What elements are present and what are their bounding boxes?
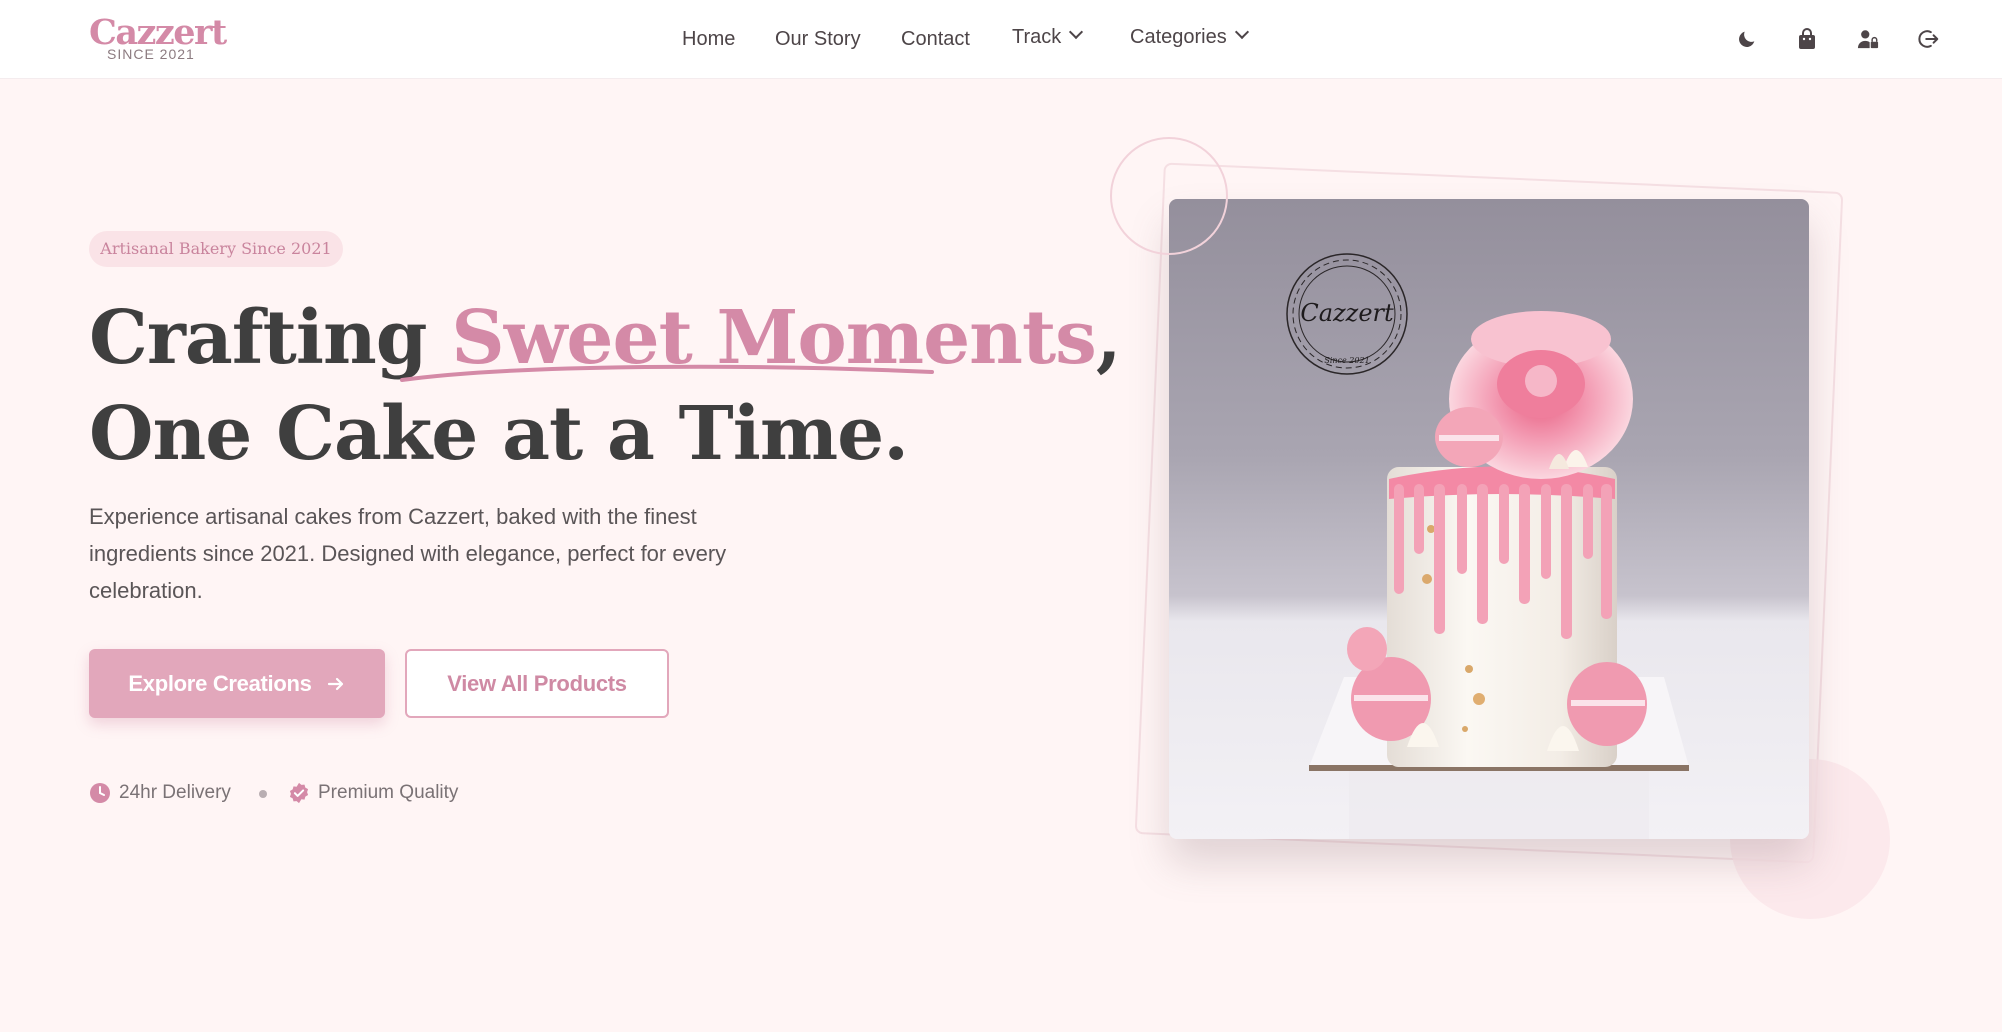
nav-our-story-label: Our Story — [775, 28, 861, 50]
headline-part1: Crafting — [89, 295, 452, 381]
explore-creations-label: Explore Creations — [128, 670, 312, 696]
site-header: Cazzert SINCE 2021 Home Our Story Contac… — [0, 0, 2002, 79]
feature-separator — [259, 790, 267, 798]
cake-image-logo-since: Since 2021 — [1324, 356, 1369, 365]
nav-track[interactable]: Track — [1012, 20, 1084, 54]
hero-description: Experience artisanal cakes from Cazzert,… — [89, 504, 727, 603]
moon-icon[interactable] — [1730, 22, 1764, 56]
user-lock-icon[interactable] — [1851, 22, 1885, 56]
nav-contact[interactable]: Contact — [901, 22, 970, 56]
nav-categories-label: Categories — [1130, 26, 1227, 48]
headline-line2: One Cake at a Time. — [89, 391, 909, 477]
feature-quality: Premium Quality — [288, 776, 458, 810]
feature-delivery: 24hr Delivery — [89, 776, 231, 810]
nav-track-label: Track — [1012, 26, 1062, 48]
nav-contact-label: Contact — [901, 28, 970, 50]
cake-image-logo-text: Cazzert — [1300, 299, 1394, 327]
clock-icon — [90, 783, 110, 803]
feature-delivery-label: 24hr Delivery — [119, 782, 231, 803]
main-nav: Home Our Story Contact Track Categories — [0, 22, 2002, 56]
nav-our-story[interactable]: Our Story — [775, 22, 861, 56]
view-all-products-label: View All Products — [447, 670, 627, 696]
chevron-down-icon — [1069, 24, 1084, 40]
hero-cake-image: Cazzert Since 2021 — [1169, 199, 1809, 839]
nav-categories[interactable]: Categories — [1130, 20, 1249, 54]
nav-home[interactable]: Home — [682, 22, 735, 56]
explore-creations-button[interactable]: Explore Creations — [89, 649, 385, 718]
chevron-down-icon — [1234, 24, 1249, 40]
headline-part2: , — [1095, 295, 1122, 381]
ring-decoration — [1110, 137, 1228, 255]
cake-illustration: Cazzert Since 2021 — [1286, 253, 1689, 839]
shopping-bag-icon[interactable] — [1790, 22, 1824, 56]
arrow-right-icon — [327, 677, 343, 690]
headline-underline-decoration — [400, 364, 934, 382]
verified-badge-icon — [289, 782, 309, 804]
view-all-products-button[interactable]: View All Products — [405, 649, 669, 718]
logout-icon[interactable] — [1912, 22, 1946, 56]
feature-quality-label: Premium Quality — [318, 782, 459, 803]
nav-home-label: Home — [682, 28, 736, 50]
hero-badge: Artisanal Bakery Since 2021 — [89, 231, 343, 267]
